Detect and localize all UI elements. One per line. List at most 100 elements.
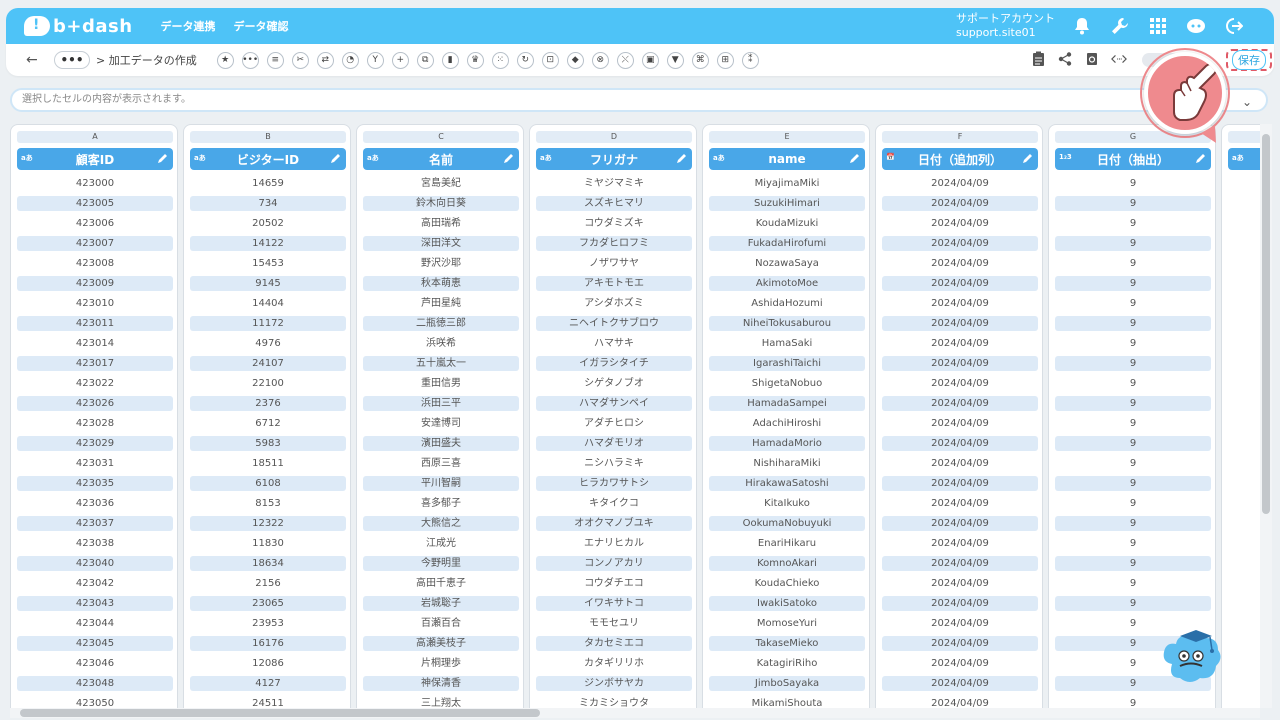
table-cell[interactable]: 9 xyxy=(1055,436,1211,451)
table-cell[interactable]: 22100 xyxy=(190,376,346,391)
table-cell[interactable]: ニシハラミキ xyxy=(536,456,692,471)
table-cell[interactable]: 2024/04/09 xyxy=(882,536,1038,551)
table-cell[interactable]: 423040 xyxy=(17,556,173,571)
table-cell[interactable]: 18634 xyxy=(190,556,346,571)
vertical-scroll-thumb[interactable] xyxy=(1262,134,1270,514)
table-cell[interactable]: 9 xyxy=(1055,576,1211,591)
table-cell[interactable]: JimboSayaka xyxy=(709,676,865,691)
table-cell[interactable]: 2024/04/09 xyxy=(882,456,1038,471)
table-cell[interactable]: FukadaHirofumi xyxy=(709,236,865,251)
table-cell[interactable]: 深田洋文 xyxy=(363,236,519,251)
table-cell[interactable]: 8153 xyxy=(190,496,346,511)
table-cell[interactable]: ノザワサヤ xyxy=(536,256,692,271)
table-cell[interactable]: 4976 xyxy=(190,336,346,351)
bell-icon[interactable] xyxy=(1072,16,1092,36)
table-cell[interactable]: 14404 xyxy=(190,296,346,311)
pencil-icon[interactable] xyxy=(849,152,861,164)
table-cell[interactable]: 2024/04/09 xyxy=(882,596,1038,611)
table-cell[interactable]: 9 xyxy=(1055,516,1211,531)
tool-button-4[interactable]: ⇄ xyxy=(316,51,334,69)
tool-button-13[interactable]: ⊡ xyxy=(541,51,559,69)
table-cell[interactable]: モモセユリ xyxy=(536,616,692,631)
table-cell[interactable]: ジンボサヤカ xyxy=(536,676,692,691)
table-cell[interactable]: 2024/04/09 xyxy=(882,376,1038,391)
tool-button-5[interactable]: ◔ xyxy=(341,51,359,69)
table-cell[interactable]: NozawaSaya xyxy=(709,256,865,271)
share-icon[interactable] xyxy=(1057,51,1073,67)
pencil-icon[interactable] xyxy=(330,152,342,164)
column-letter[interactable]: F xyxy=(882,131,1038,143)
table-cell[interactable]: 9 xyxy=(1055,196,1211,211)
table-cell[interactable]: 9 xyxy=(1055,256,1211,271)
back-arrow-icon[interactable]: ← xyxy=(26,52,40,68)
pencil-icon[interactable] xyxy=(503,152,515,164)
column-letter[interactable]: B xyxy=(190,131,346,143)
table-cell[interactable]: MiyajimaMiki xyxy=(709,176,865,191)
table-cell[interactable]: MikamiShouta xyxy=(709,696,865,708)
table-cell[interactable]: 2024/04/09 xyxy=(882,436,1038,451)
table-cell[interactable]: 野沢沙耶 xyxy=(363,256,519,271)
mascot-cloud-icon[interactable] xyxy=(1160,628,1226,690)
table-cell[interactable]: 423043 xyxy=(17,596,173,611)
table-cell[interactable]: 12086 xyxy=(190,656,346,671)
table-cell[interactable]: コウダチエコ xyxy=(536,576,692,591)
table-cell[interactable]: 五十嵐太一 xyxy=(363,356,519,371)
table-cell[interactable]: 423009 xyxy=(17,276,173,291)
table-cell[interactable]: 423042 xyxy=(17,576,173,591)
table-cell[interactable]: EnariHikaru xyxy=(709,536,865,551)
table-cell[interactable]: 423037 xyxy=(17,516,173,531)
tool-button-17[interactable]: ▣ xyxy=(641,51,659,69)
table-cell[interactable]: AshidaHozumi xyxy=(709,296,865,311)
table-cell[interactable]: 2024/04/09 xyxy=(882,396,1038,411)
table-cell[interactable]: 9 xyxy=(1055,556,1211,571)
table-cell[interactable]: 2024/04/09 xyxy=(882,236,1038,251)
table-cell[interactable]: 2024/04/09 xyxy=(882,176,1038,191)
table-cell[interactable]: 二瓶徳三郎 xyxy=(363,316,519,331)
column-header[interactable]: 1₂3 日付（抽出） xyxy=(1055,148,1211,170)
table-cell[interactable]: IgarashiTaichi xyxy=(709,356,865,371)
table-cell[interactable]: OokumaNobuyuki xyxy=(709,516,865,531)
table-cell[interactable]: KatagiriRiho xyxy=(709,656,865,671)
table-cell[interactable]: スズキヒマリ xyxy=(536,196,692,211)
table-cell[interactable]: 2024/04/09 xyxy=(882,276,1038,291)
tool-button-7[interactable]: + xyxy=(391,51,409,69)
table-cell[interactable]: KomnoAkari xyxy=(709,556,865,571)
pencil-icon[interactable] xyxy=(1195,152,1207,164)
tool-button-12[interactable]: ↻ xyxy=(516,51,534,69)
table-cell[interactable]: 14659 xyxy=(190,176,346,191)
column-header[interactable]: aあ フリガナ xyxy=(536,148,692,170)
table-cell[interactable]: 15453 xyxy=(190,256,346,271)
table-cell[interactable]: オオクマノブユキ xyxy=(536,516,692,531)
table-cell[interactable]: ハマサキ xyxy=(536,336,692,351)
table-cell[interactable]: 重田信男 xyxy=(363,376,519,391)
table-cell[interactable]: 2024/04/09 xyxy=(882,216,1038,231)
vertical-scrollbar[interactable] xyxy=(1260,124,1272,708)
table-cell[interactable]: 23953 xyxy=(190,616,346,631)
tool-button-6[interactable]: Y xyxy=(366,51,384,69)
table-cell[interactable]: 423031 xyxy=(17,456,173,471)
table-cell[interactable]: 2024/04/09 xyxy=(882,576,1038,591)
table-cell[interactable]: アキモトモエ xyxy=(536,276,692,291)
table-cell[interactable]: 423035 xyxy=(17,476,173,491)
table-cell[interactable]: HamadaMorio xyxy=(709,436,865,451)
table-cell[interactable]: 2024/04/09 xyxy=(882,676,1038,691)
table-cell[interactable]: 9 xyxy=(1055,376,1211,391)
table-cell[interactable]: 9 xyxy=(1055,396,1211,411)
clipboard-icon[interactable] xyxy=(1030,51,1046,67)
help-chat-icon[interactable] xyxy=(1186,16,1206,36)
horizontal-scrollbar[interactable] xyxy=(10,708,1260,718)
table-cell[interactable]: NiheiTokusaburou xyxy=(709,316,865,331)
table-cell[interactable]: IwakiSatoko xyxy=(709,596,865,611)
table-cell[interactable]: 三上翔太 xyxy=(363,696,519,708)
table-cell[interactable]: 神保清香 xyxy=(363,676,519,691)
table-cell[interactable]: 423014 xyxy=(17,336,173,351)
more-menu-button[interactable]: ••• xyxy=(54,51,90,69)
table-cell[interactable]: 2024/04/09 xyxy=(882,656,1038,671)
table-cell[interactable]: 423010 xyxy=(17,296,173,311)
table-cell[interactable]: エナリヒカル xyxy=(536,536,692,551)
table-cell[interactable]: KoudaChieko xyxy=(709,576,865,591)
tool-button-9[interactable]: ▮ xyxy=(441,51,459,69)
table-cell[interactable]: 423028 xyxy=(17,416,173,431)
table-cell[interactable]: 西原三喜 xyxy=(363,456,519,471)
table-cell[interactable]: 423006 xyxy=(17,216,173,231)
